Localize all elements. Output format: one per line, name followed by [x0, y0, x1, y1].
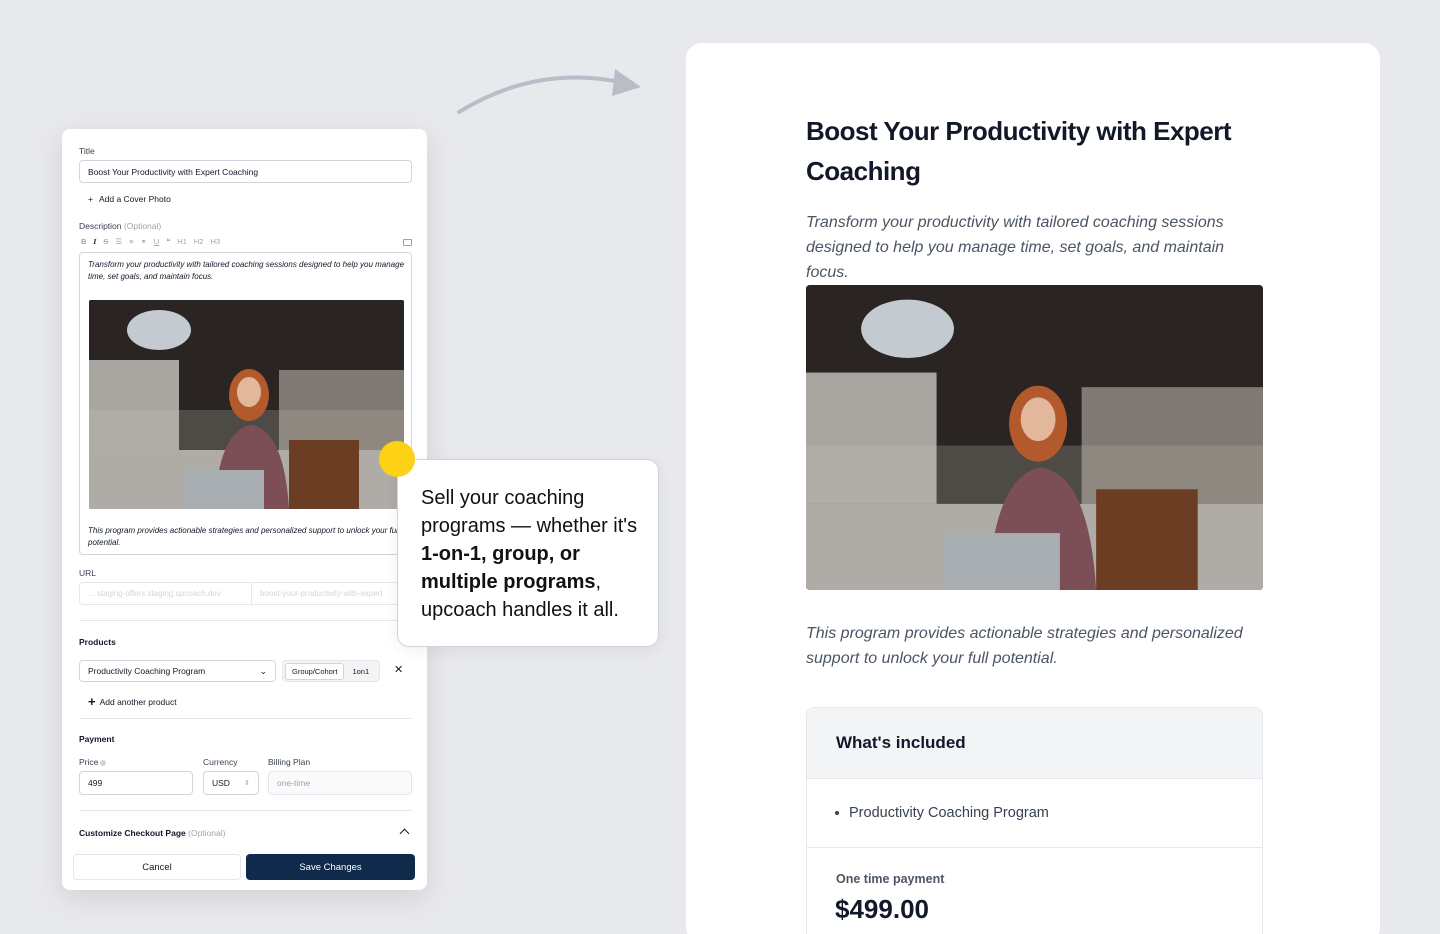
product-type-group[interactable]: Group/Cohort: [285, 662, 345, 680]
description-editor[interactable]: Transform your productivity with tailore…: [79, 252, 412, 555]
curved-arrow-icon: [457, 69, 641, 114]
add-cover-photo-button[interactable]: + Add a Cover Photo: [88, 194, 171, 204]
underline-button[interactable]: U: [154, 236, 159, 248]
cover-image: [89, 300, 404, 509]
product-select-value: Productivity Coaching Program: [88, 666, 206, 676]
divider: [79, 718, 412, 719]
checkout-preview: Boost Your Productivity with Expert Coac…: [686, 43, 1380, 934]
divider: [79, 810, 412, 811]
billing-plan-label: Billing Plan: [268, 757, 311, 767]
whats-included-card: What's included Productivity Coaching Pr…: [806, 707, 1263, 934]
url-prefix: ... staging-offers.staging.upcoach.dev: [80, 583, 252, 604]
product-type-1on1[interactable]: 1on1: [344, 664, 377, 679]
quote-icon[interactable]: ❝: [166, 236, 170, 248]
coworking-photo-icon: [806, 285, 1263, 590]
url-slug-input[interactable]: boost-your-productivity-with-expert: [252, 589, 391, 598]
preview-cover-image: [806, 285, 1263, 590]
remove-product-icon[interactable]: ✕: [394, 663, 403, 676]
divider: [79, 620, 412, 621]
coworking-photo-icon: [89, 300, 404, 509]
heading1-button[interactable]: H1: [177, 236, 187, 248]
rich-text-toolbar: B I S ☰ ≡ ⚭ U ❝ H1 H2 H3: [81, 236, 412, 248]
payment-amount: $499.00: [835, 894, 929, 924]
currency-label: Currency: [203, 757, 238, 767]
feature-callout: Sell your coaching programs — whether it…: [397, 459, 659, 647]
heading3-button[interactable]: H3: [210, 236, 220, 248]
payment-type-label: One time payment: [836, 872, 945, 886]
italic-button[interactable]: I: [93, 236, 96, 248]
add-cover-photo-label: Add a Cover Photo: [98, 194, 171, 204]
description-footer-text: This program provides actionable strateg…: [88, 526, 400, 547]
bullet-list-icon[interactable]: ☰: [115, 236, 122, 248]
product-type-toggle: Group/Cohort 1on1: [282, 660, 381, 682]
save-changes-button[interactable]: Save Changes: [246, 854, 415, 880]
title-input-value: Boost Your Productivity with Expert Coac…: [88, 166, 259, 177]
chevron-down-icon: ⌄: [259, 665, 267, 676]
numbered-list-icon[interactable]: ≡: [129, 236, 133, 248]
plus-icon: +: [88, 194, 93, 204]
link-icon[interactable]: ⚭: [140, 236, 146, 248]
callout-highlight: 1-on-1, group, or multiple programs: [421, 543, 596, 593]
title-label: Title: [79, 146, 95, 156]
price-input[interactable]: 499: [79, 771, 193, 795]
chevron-up-icon[interactable]: [399, 828, 410, 839]
bullet-icon: [835, 811, 839, 815]
url-field[interactable]: ... staging-offers.staging.upcoach.dev b…: [79, 582, 412, 605]
info-icon: [100, 759, 107, 766]
payment-heading: Payment: [79, 734, 115, 744]
callout-text: Sell your coaching programs — whether it…: [421, 487, 638, 537]
url-label: URL: [79, 568, 97, 578]
description-text: Transform your productivity with tailore…: [88, 260, 405, 281]
product-select[interactable]: Productivity Coaching Program ⌄: [79, 660, 276, 682]
price-label: Price: [79, 757, 107, 767]
insert-image-icon[interactable]: [403, 238, 412, 246]
updown-chevron-icon: ⇕: [244, 780, 250, 787]
currency-select[interactable]: USD ⇕: [203, 771, 259, 795]
preview-title: Boost Your Productivity with Expert Coac…: [806, 116, 1232, 186]
whats-included-heading: What's included: [807, 708, 1262, 779]
products-heading: Products: [79, 637, 116, 647]
billing-plan-input: one-time: [268, 771, 412, 795]
title-input[interactable]: Boost Your Productivity with Expert Coac…: [79, 160, 412, 183]
description-label: Description (Optional): [79, 221, 162, 231]
bold-button[interactable]: B: [81, 236, 86, 248]
heading2-button[interactable]: H2: [194, 236, 204, 248]
preview-description: Transform your productivity with tailore…: [806, 214, 1225, 281]
highlight-dot: [379, 441, 415, 477]
offer-editor-panel: Title Boost Your Productivity with Exper…: [62, 129, 427, 890]
customize-checkout-toggle[interactable]: Customize Checkout Page (Optional): [79, 828, 225, 838]
strikethrough-button[interactable]: S: [103, 236, 108, 248]
add-another-product-button[interactable]: + Add another product: [88, 694, 177, 709]
plus-icon: +: [88, 694, 96, 709]
add-another-product-label: Add another product: [99, 696, 177, 707]
preview-description-footer: This program provides actionable strateg…: [806, 625, 1243, 667]
list-item: Productivity Coaching Program: [807, 779, 1262, 848]
cancel-button[interactable]: Cancel: [73, 854, 241, 880]
